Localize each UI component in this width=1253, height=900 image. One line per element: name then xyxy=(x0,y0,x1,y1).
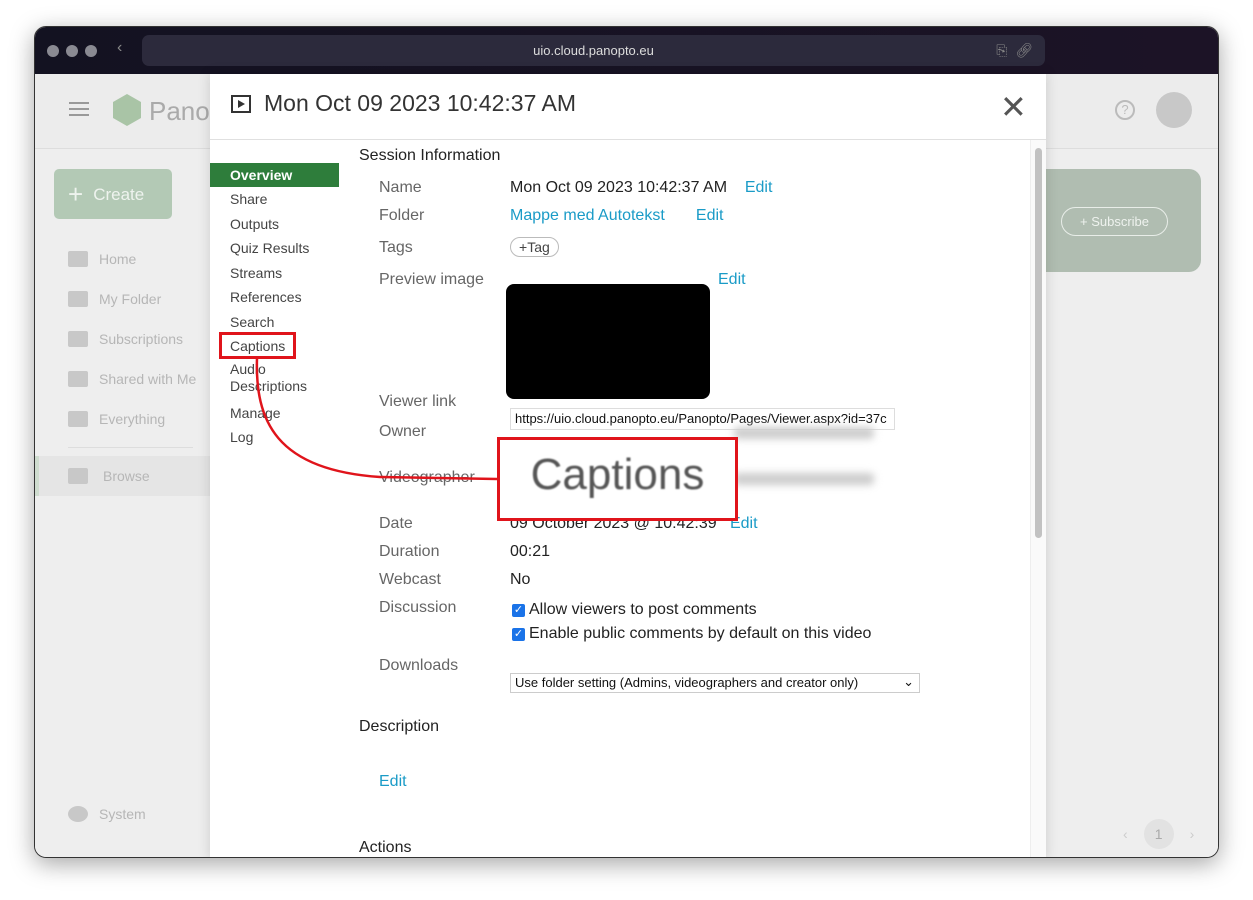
captions-highlight-box xyxy=(219,332,296,359)
captions-callout: Captions xyxy=(497,437,738,521)
callout-text: Captions xyxy=(530,450,705,499)
